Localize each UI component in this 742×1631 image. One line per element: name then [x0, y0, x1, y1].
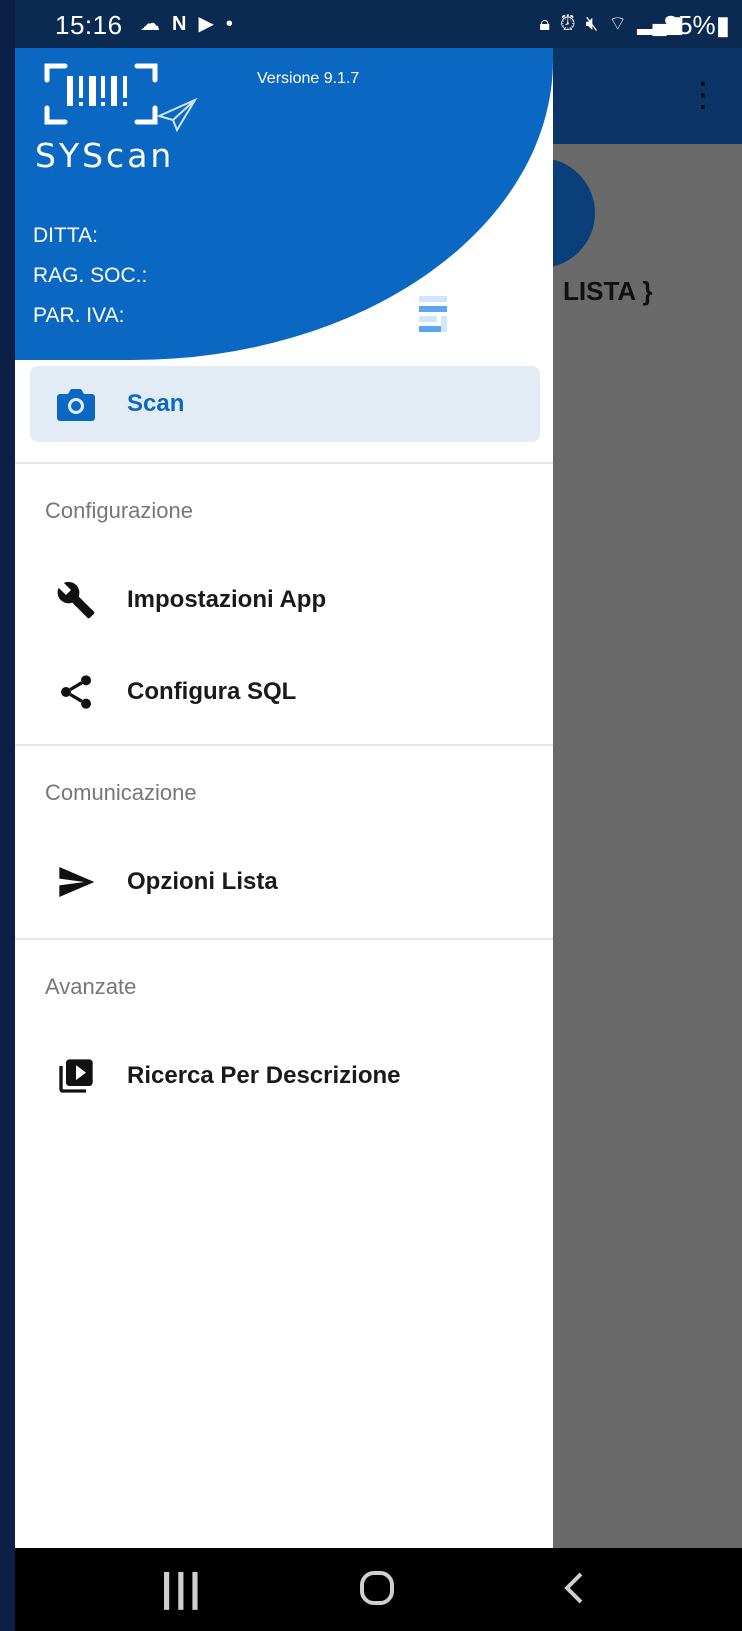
- section-title-avanzate: Avanzate: [45, 974, 137, 999]
- menu-item-label: Ricerca Per Descrizione: [127, 1062, 401, 1089]
- section-title-configurazione: Configurazione: [45, 498, 193, 523]
- overflow-menu-icon: ⋮: [686, 76, 720, 114]
- menu-item-scan[interactable]: Scan: [15, 366, 553, 442]
- divider: [15, 744, 553, 746]
- menu-item-impostazioni-app[interactable]: Impostazioni App: [15, 562, 553, 638]
- status-time: 15:16: [55, 10, 123, 40]
- menu-item-configura-sql[interactable]: Configura SQL: [15, 654, 553, 730]
- navigation-drawer: SYScan Versione 9.1.7 DITTA: RAG. SOC.: …: [15, 48, 553, 1548]
- wifi-icon: ⌔: [608, 13, 628, 35]
- menu-item-ricerca-per-descrizione[interactable]: Ricerca Per Descrizione: [15, 1038, 553, 1114]
- menu-item-label: Opzioni Lista: [127, 868, 278, 895]
- battery-icon: ▮: [715, 10, 730, 40]
- app-name: SYScan: [35, 136, 175, 175]
- sistema-text: SISTEMA: [453, 294, 524, 312]
- lock-icon: 🔒︎: [539, 13, 551, 35]
- cloud-icon: ☁: [140, 13, 160, 35]
- wrench-icon: [55, 579, 97, 621]
- background-lista-text: LISTA }: [563, 276, 653, 306]
- battery-indicator: 85%▮: [664, 10, 730, 41]
- status-bar: 15:16 ☁ N ▶ • 🔒︎ ⏰︎ 🔇︎ ⌔ ▂▄▆ 85%▮: [15, 0, 742, 48]
- send-icon: [55, 861, 97, 903]
- menu-item-label: Configura SQL: [127, 678, 297, 705]
- recent-apps-icon[interactable]: |||: [161, 1568, 204, 1608]
- camera-icon: [55, 383, 97, 425]
- drawer-header: SYScan Versione 9.1.7 DITTA: RAG. SOC.: …: [15, 48, 553, 360]
- dot-icon: •: [225, 13, 233, 35]
- share-icon: [55, 671, 97, 713]
- alarm-icon: ⏰︎: [560, 13, 576, 35]
- video-library-icon: [55, 1055, 97, 1097]
- ditta-label: DITTA:: [33, 224, 98, 247]
- sistema-ufficio-logo: SISTEMA UFFICIO: [417, 292, 529, 336]
- section-title-comunicazione: Comunicazione: [45, 780, 197, 805]
- divider: [15, 938, 553, 940]
- divider: [15, 462, 553, 464]
- mute-icon: 🔇︎: [585, 13, 599, 35]
- menu-item-label: Scan: [127, 390, 185, 417]
- rag-soc-label: RAG. SOC.:: [33, 264, 148, 287]
- status-system-icons: 🔒︎ ⏰︎ 🔇︎ ⌔ ▂▄▆: [539, 12, 682, 36]
- n-app-icon: N: [172, 13, 187, 35]
- back-icon[interactable]: [555, 1568, 595, 1615]
- status-notification-icons: ☁ N ▶ •: [140, 12, 233, 36]
- menu-item-label: Impostazioni App: [127, 586, 327, 613]
- app-version: Versione 9.1.7: [257, 70, 360, 87]
- system-navigation-bar: |||: [15, 1548, 742, 1631]
- youtube-icon: ▶: [198, 13, 214, 35]
- menu-item-opzioni-lista[interactable]: Opzioni Lista: [15, 844, 553, 920]
- phone-screen: 15:16 ☁ N ▶ • 🔒︎ ⏰︎ 🔇︎ ⌔ ▂▄▆ 85%▮ ⋮ LIST…: [15, 0, 742, 1631]
- ufficio-text: UFFICIO: [453, 314, 524, 332]
- battery-percent: 85%: [663, 10, 716, 40]
- par-iva-label: PAR. IVA:: [33, 304, 125, 327]
- home-icon[interactable]: [357, 1568, 397, 1615]
- selected-highlight: [30, 366, 540, 442]
